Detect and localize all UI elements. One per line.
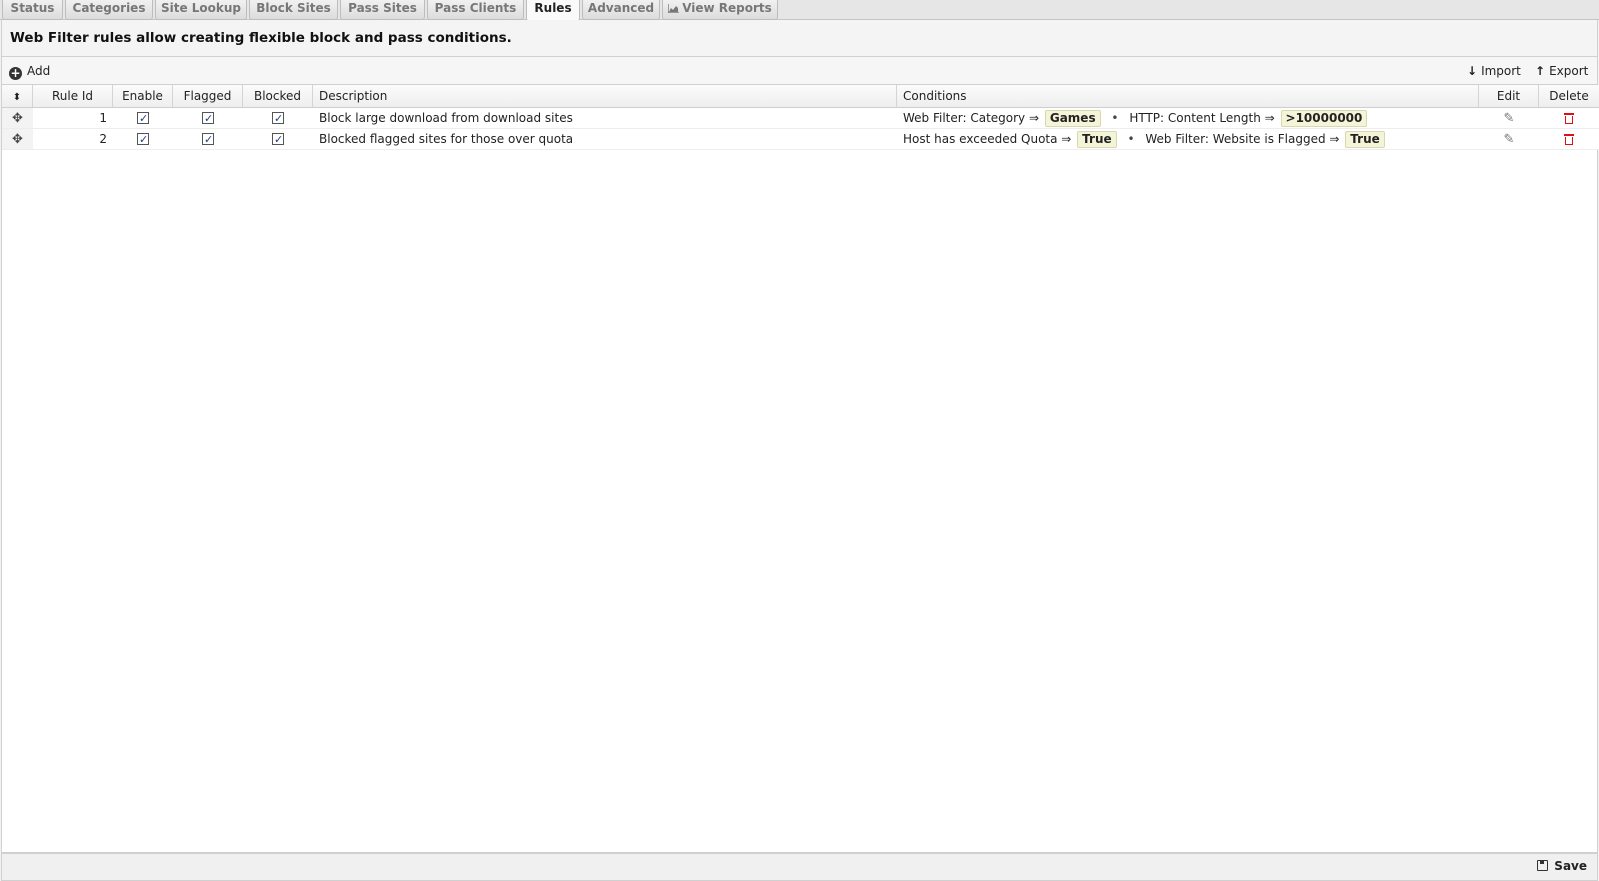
column-header-flagged[interactable]: Flagged [173,85,243,107]
import-button-label: Import [1481,64,1521,78]
export-button-label: Export [1549,64,1589,78]
tab-view-reports[interactable]: View Reports [662,0,778,20]
enable-cell [113,129,173,149]
plus-circle-icon: + [9,66,22,80]
grid-header: ⬍ Rule Id Enable Flagged Blocked Descrip… [2,85,1599,108]
blocked-cell [243,129,313,149]
flagged-checkbox[interactable] [202,130,214,149]
drag-handle[interactable]: ✥ [2,129,33,149]
tab-site-lookup[interactable]: Site Lookup [155,0,247,20]
rule-id: 1 [99,111,107,125]
blocked-cell [243,108,313,128]
tab-bar: Status Categories Site Lookup Block Site… [0,0,1599,21]
import-button[interactable]: ↓ Import [1467,62,1521,80]
column-header-delete[interactable]: Delete [1539,85,1599,107]
tab-categories[interactable]: Categories [65,0,153,20]
enable-checkbox[interactable] [137,109,149,128]
tab-rules[interactable]: Rules [526,0,580,21]
edit-button[interactable]: ✎ [1479,129,1539,149]
tab-status[interactable]: Status [2,0,63,20]
arrow-down-icon: ↓ [1467,64,1478,78]
condition-value: True [1345,131,1385,148]
rule-conditions: Host has exceeded Quota ⇒ True • Web Fil… [897,129,1479,149]
column-header-enable[interactable]: Enable [113,85,173,107]
info-panel: Web Filter rules allow creating flexible… [1,20,1598,57]
rule-description: Blocked flagged sites for those over quo… [319,132,574,146]
pencil-icon: ✎ [1503,111,1515,126]
blocked-checkbox[interactable] [272,109,284,128]
condition-label: Web Filter: Website is Flagged ⇒ [1145,132,1340,146]
enable-checkbox[interactable] [137,130,149,149]
grid-toolbar: + Add ↓ Import ↑ Export [1,57,1598,85]
tab-advanced[interactable]: Advanced [582,0,660,20]
trash-icon [1564,113,1574,124]
tab-label: Advanced [587,1,655,15]
chart-icon [668,4,680,13]
arrow-up-icon: ↑ [1535,64,1546,78]
flagged-checkbox[interactable] [202,109,214,128]
tab-label: Pass Clients [434,1,517,15]
table-row[interactable]: ✥ 2 Blocked flagged sites for those over… [2,129,1599,150]
enable-cell [113,108,173,128]
tab-label: Block Sites [256,1,331,15]
column-header-blocked[interactable]: Blocked [243,85,313,107]
condition-value: Games [1044,110,1101,127]
rule-description: Block large download from download sites [319,111,573,125]
rule-conditions: Web Filter: Category ⇒ Games • HTTP: Con… [897,108,1479,128]
tab-pass-clients[interactable]: Pass Clients [427,0,524,20]
condition-separator: • [1127,132,1135,146]
tab-label: Pass Sites [348,1,417,15]
floppy-disk-icon [1537,860,1549,871]
export-button[interactable]: ↑ Export [1535,62,1588,80]
tab-label: Rules [534,1,572,15]
condition-label: Host has exceeded Quota ⇒ [903,132,1072,146]
move-icon: ✥ [12,132,23,147]
tab-label: Site Lookup [160,1,242,15]
flagged-cell [173,129,243,149]
drag-handle[interactable]: ✥ [2,108,33,128]
column-header-rule-id[interactable]: Rule Id [33,85,113,107]
pencil-icon: ✎ [1503,132,1515,147]
column-header-description[interactable]: Description [313,85,897,107]
delete-button[interactable] [1539,129,1599,149]
condition-label: Web Filter: Category ⇒ [903,111,1040,125]
edit-button[interactable]: ✎ [1479,108,1539,128]
tab-pass-sites[interactable]: Pass Sites [340,0,425,20]
page-description: Web Filter rules allow creating flexible… [10,30,512,46]
add-button-label: Add [27,64,51,78]
trash-icon [1564,134,1574,145]
column-header-conditions[interactable]: Conditions [897,85,1479,107]
flagged-cell [173,108,243,128]
add-button[interactable]: + Add [9,62,50,80]
tab-block-sites[interactable]: Block Sites [249,0,338,20]
rules-grid: ⬍ Rule Id Enable Flagged Blocked Descrip… [1,85,1599,853]
rule-id: 2 [99,132,107,146]
sort-icon: ⬍ [12,92,22,103]
column-header-edit[interactable]: Edit [1479,85,1539,107]
table-row[interactable]: ✥ 1 Block large download from download s… [2,108,1599,129]
condition-value: >10000000 [1280,110,1368,127]
move-icon: ✥ [12,111,23,126]
delete-button[interactable] [1539,108,1599,128]
reorder-column-header[interactable]: ⬍ [2,85,33,107]
condition-label: HTTP: Content Length ⇒ [1129,111,1275,125]
condition-value: True [1077,131,1117,148]
save-button[interactable]: Save [1537,859,1587,873]
condition-separator: • [1111,111,1119,125]
footer-bar: Save [1,853,1598,881]
tab-label: Status [10,1,55,15]
tab-label: View Reports [682,1,772,15]
save-button-label: Save [1554,859,1587,873]
blocked-checkbox[interactable] [272,130,284,149]
tab-label: Categories [72,1,146,15]
